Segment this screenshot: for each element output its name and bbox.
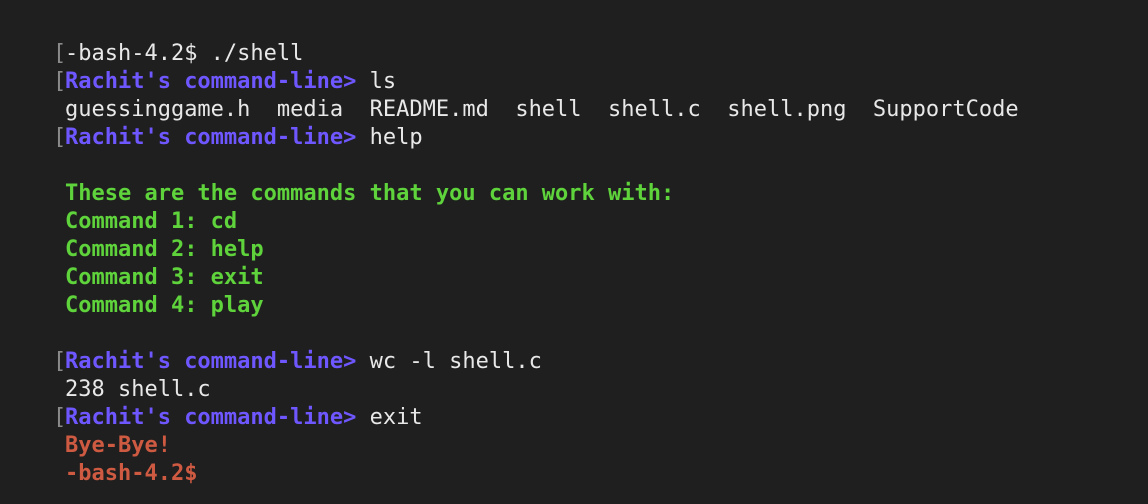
terminal-line-help-4: Command 4: play (0, 264, 264, 318)
terminal-window[interactable]: [-bash-4.2$ ./shell [Rachit's command-li… (0, 0, 1148, 504)
terminal-line-ls: [Rachit's command-line> ls (0, 40, 396, 94)
command-wc: wc -l shell.c (356, 349, 542, 374)
terminal-line-wc-output: 238 shell.c (0, 348, 211, 402)
line-bracket-marker: [ (52, 125, 67, 150)
terminal-line-help-1: Command 1: cd (0, 180, 237, 234)
terminal-line-help-header: These are the commands that you can work… (0, 152, 674, 206)
help-command-4: Command 4: play (64, 293, 264, 318)
terminal-line-help-3: Command 3: exit (0, 236, 264, 290)
terminal-line-wc: [Rachit's command-line> wc -l shell.c (0, 320, 542, 374)
terminal-line-exit: [Rachit's command-line> exit (0, 376, 423, 430)
terminal-line-bash-shell: [-bash-4.2$ ./shell (0, 12, 303, 66)
final-bash-prompt[interactable]: -bash-4.2$ (65, 461, 197, 486)
terminal-line-ls-output: guessinggame.h media README.md shell she… (0, 68, 1019, 122)
terminal-line-help: [Rachit's command-line> help (0, 96, 423, 150)
terminal-line-final-prompt[interactable]: -bash-4.2$ (0, 432, 197, 486)
terminal-line-help-2: Command 2: help (0, 208, 264, 262)
command-exit: exit (356, 405, 423, 430)
command-help: help (356, 125, 423, 150)
shell-prompt: Rachit's command-line> (64, 125, 357, 150)
terminal-line-bye: Bye-Bye! (0, 404, 171, 458)
